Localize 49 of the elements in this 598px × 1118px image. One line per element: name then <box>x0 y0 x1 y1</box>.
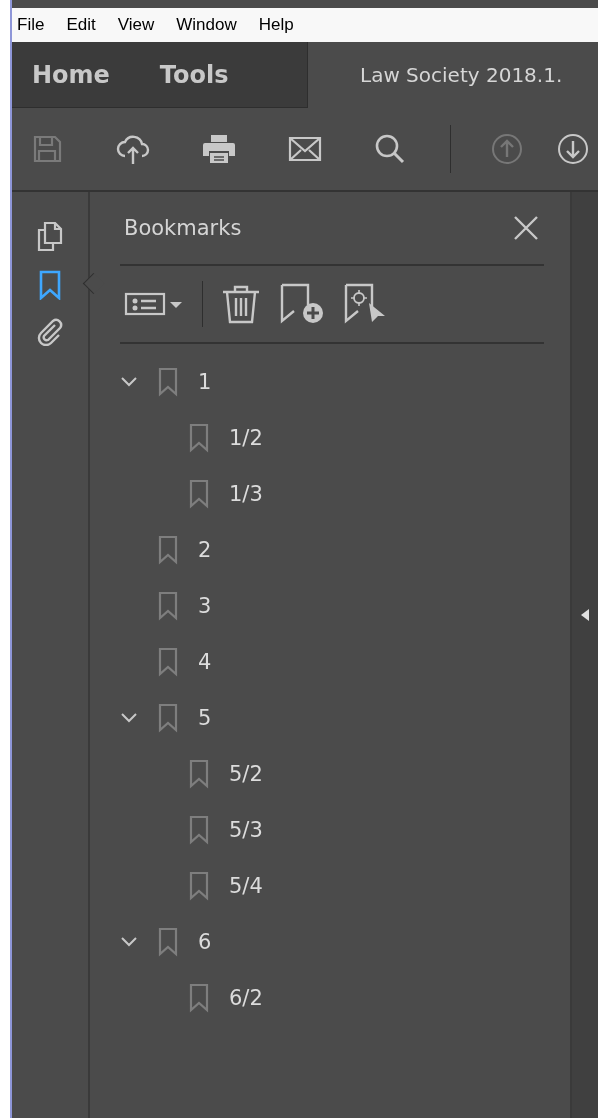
bookmark-icon <box>158 927 178 957</box>
bookmark-target-icon[interactable] <box>343 283 387 325</box>
menu-item[interactable]: View <box>116 15 156 35</box>
bookmark-label[interactable]: 1/3 <box>229 482 263 506</box>
menu-item[interactable]: Help <box>257 15 295 35</box>
bookmark-label[interactable]: 5/3 <box>229 818 263 842</box>
bookmark-label[interactable]: 3 <box>198 594 212 618</box>
bookmark-icon <box>189 479 209 509</box>
bookmark-label[interactable]: 5/2 <box>229 762 263 786</box>
arrow-down-circle-icon[interactable] <box>557 133 589 165</box>
bookmark-icon <box>158 367 178 397</box>
bookmark-icon <box>158 647 178 677</box>
mail-icon[interactable] <box>288 136 322 162</box>
document-tab[interactable]: Law Society 2018.1. <box>308 63 563 87</box>
panel-title: Bookmarks <box>124 216 242 240</box>
bookmark-icon <box>158 591 178 621</box>
bookmark-icon <box>158 535 178 565</box>
bookmark-icon <box>189 871 209 901</box>
bookmark-icon <box>189 815 209 845</box>
search-icon[interactable] <box>374 133 406 165</box>
nav-tab[interactable]: Tools <box>139 60 259 89</box>
bookmark-label[interactable]: 4 <box>198 650 212 674</box>
pages-icon[interactable] <box>37 222 63 252</box>
bookmark-label[interactable]: 6/2 <box>229 986 263 1010</box>
bookmark-label[interactable]: 1/2 <box>229 426 263 450</box>
bookmark-label[interactable]: 2 <box>198 538 212 562</box>
options-dropdown-icon[interactable] <box>124 291 184 317</box>
paperclip-icon[interactable] <box>36 318 64 346</box>
expand-arrow-icon[interactable] <box>580 608 590 622</box>
bookmark-label[interactable]: 6 <box>198 930 212 954</box>
chevron-icon[interactable] <box>120 936 138 948</box>
bookmark-icon <box>158 703 178 733</box>
menu-item[interactable]: File <box>16 15 46 35</box>
bookmark-label[interactable]: 5 <box>198 706 212 730</box>
print-icon[interactable] <box>202 134 236 164</box>
add-bookmark-icon[interactable] <box>279 283 325 325</box>
chevron-icon[interactable] <box>120 712 138 724</box>
nav-tab[interactable]: Home <box>12 60 140 89</box>
bookmark-icon <box>189 759 209 789</box>
menu-item[interactable]: Edit <box>65 15 97 35</box>
menu-item[interactable]: Window <box>175 15 238 35</box>
chevron-icon[interactable] <box>120 376 138 388</box>
bookmark-icon <box>189 423 209 453</box>
trash-icon[interactable] <box>221 284 261 324</box>
bookmark-icon <box>189 983 209 1013</box>
bookmark-label[interactable]: 5/4 <box>229 874 263 898</box>
bookmark-label[interactable]: 1 <box>198 370 212 394</box>
bookmark-icon[interactable] <box>39 270 61 300</box>
close-icon[interactable] <box>512 214 540 242</box>
